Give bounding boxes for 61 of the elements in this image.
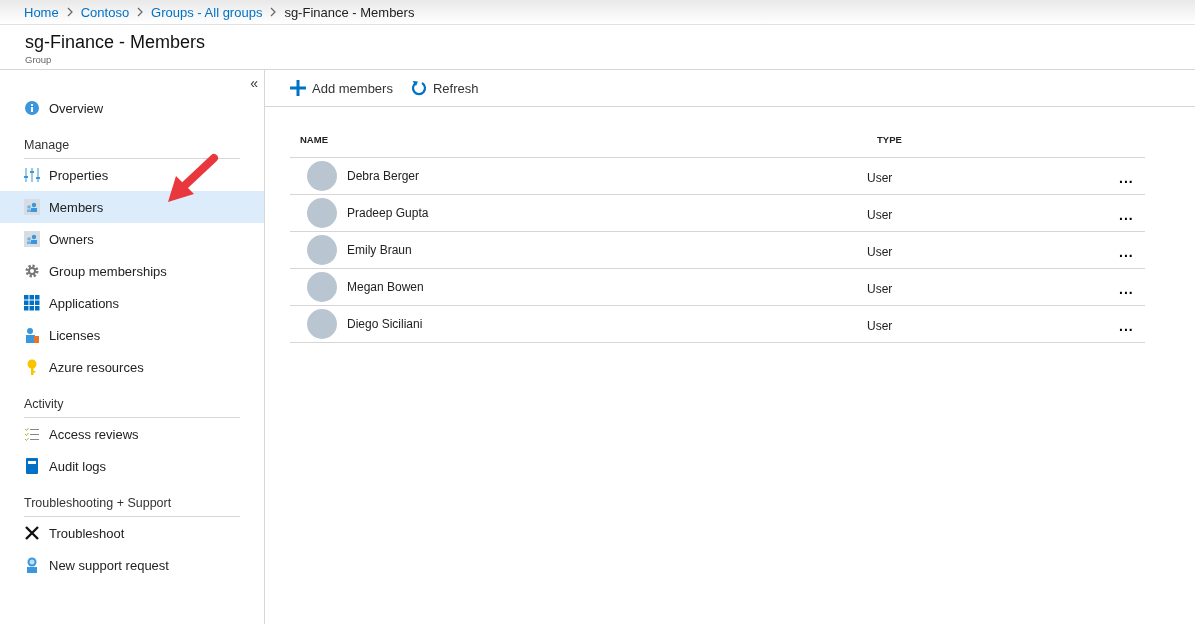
people-icon <box>24 199 40 215</box>
book-icon <box>24 458 40 474</box>
member-name: Megan Bowen <box>347 280 424 294</box>
breadcrumb-link[interactable]: Home <box>24 4 59 20</box>
info-icon <box>24 100 40 116</box>
sidebar-item[interactable]: Overview <box>0 92 264 124</box>
breadcrumb-current: sg-Finance - Members <box>284 4 415 20</box>
member-type: User <box>867 282 893 296</box>
sidebar-item[interactable]: Licenses <box>0 319 264 351</box>
avatar <box>307 235 337 265</box>
avatar <box>307 272 337 302</box>
more-button[interactable]: ... <box>1117 207 1136 223</box>
support-person-icon <box>24 557 40 573</box>
chevron-icon <box>136 7 145 17</box>
avatar <box>307 198 337 228</box>
avatar <box>307 161 337 191</box>
plus-icon <box>290 80 306 96</box>
member-type: User <box>867 319 893 333</box>
sidebar-item[interactable]: Group memberships <box>0 255 264 287</box>
section-heading: Manage <box>24 138 240 159</box>
column-header: TYPE <box>876 133 903 145</box>
sidebar-item[interactable]: Azure resources <box>0 351 264 383</box>
page-subtitle: Group <box>25 54 53 65</box>
more-button[interactable]: ... <box>1117 170 1136 186</box>
sidebar-item[interactable]: Access reviews <box>0 418 264 450</box>
sidebar-item[interactable]: Troubleshoot <box>0 517 264 549</box>
sidebar-item[interactable]: New support request <box>0 549 264 581</box>
more-button[interactable]: ... <box>1117 244 1136 260</box>
member-name: Debra Berger <box>347 169 420 183</box>
people-icon <box>24 231 40 247</box>
column-header: NAME <box>299 133 329 145</box>
sidebar-item[interactable]: Owners <box>0 223 264 255</box>
toolbar-button[interactable]: Refresh <box>410 78 479 98</box>
more-button[interactable]: ... <box>1117 281 1136 297</box>
refresh-icon <box>410 80 427 96</box>
more-button[interactable]: ... <box>1117 318 1136 334</box>
section-heading: Activity <box>24 397 240 418</box>
member-name: Emily Braun <box>347 243 412 257</box>
sliders-icon <box>24 167 40 183</box>
gear-icon <box>24 263 40 279</box>
breadcrumb-link[interactable]: Contoso <box>80 4 130 20</box>
checklist-icon <box>24 426 40 442</box>
person-badge-icon <box>24 327 40 343</box>
section-heading: Troubleshooting + Support <box>24 496 240 517</box>
avatar <box>307 309 337 339</box>
breadcrumb-link[interactable]: Groups - All groups <box>151 4 263 20</box>
member-type: User <box>867 208 893 222</box>
sidebar-item[interactable]: Members <box>0 191 264 223</box>
member-name: Pradeep Gupta <box>347 206 429 220</box>
toolbar-button[interactable]: Add members <box>290 78 393 98</box>
member-name: Diego Siciliani <box>347 317 423 331</box>
chevron-icon <box>65 7 74 17</box>
sidebar-item[interactable]: Properties <box>0 159 264 191</box>
page-title: sg-Finance - Members <box>25 32 207 53</box>
sidebar-item[interactable]: Audit logs <box>0 450 264 482</box>
chevron-icon <box>269 7 278 17</box>
grid-icon <box>24 295 40 311</box>
member-type: User <box>867 245 893 259</box>
collapse-button[interactable]: « <box>250 74 258 92</box>
member-type: User <box>867 171 893 185</box>
sidebar-item[interactable]: Applications <box>0 287 264 319</box>
